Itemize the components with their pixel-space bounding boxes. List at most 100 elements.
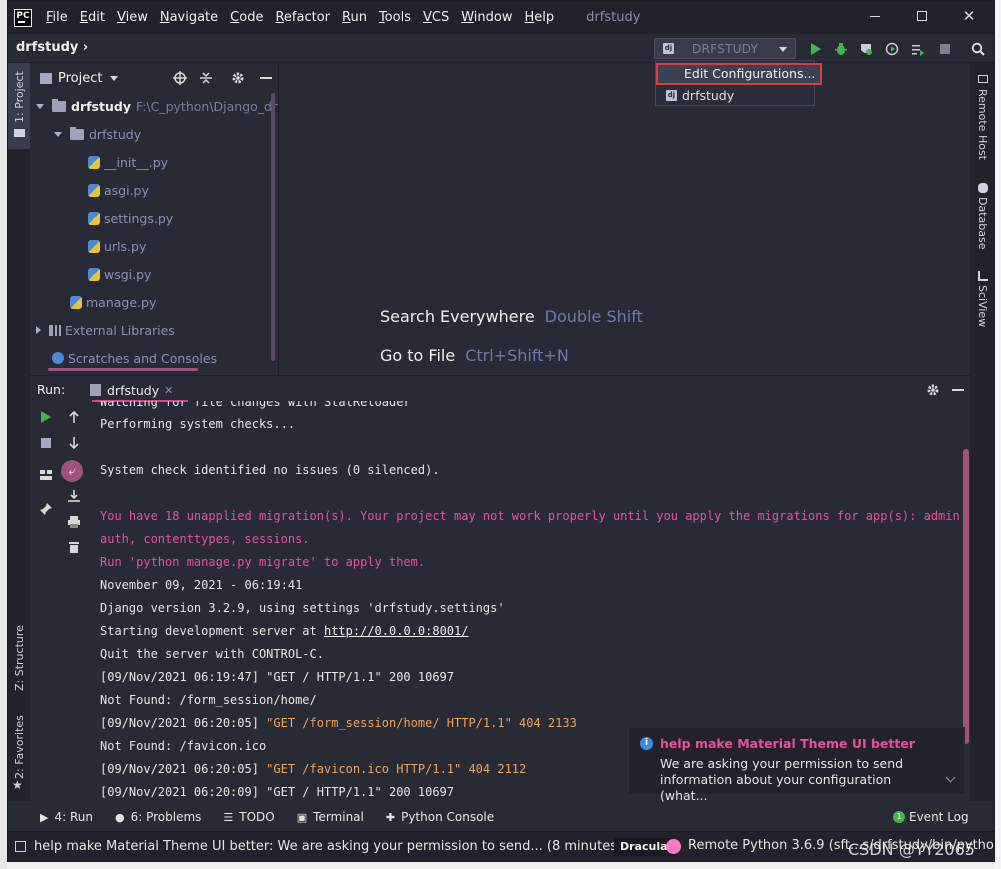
tab-label: TODO bbox=[239, 810, 275, 824]
hide-panel-icon[interactable] bbox=[260, 77, 272, 79]
console-timestamp: [09/Nov/2021 06:20:05] bbox=[100, 716, 267, 730]
tab-todo[interactable]: ☰ TODO bbox=[223, 810, 274, 824]
maximize-icon bbox=[917, 11, 927, 21]
tree-item-file[interactable]: wsgi.py bbox=[88, 264, 151, 284]
up-arrow-icon[interactable] bbox=[67, 410, 81, 424]
server-url-link[interactable]: http://0.0.0.0:8001/ bbox=[324, 624, 469, 638]
minimize-button[interactable] bbox=[852, 1, 898, 31]
close-icon: ✕ bbox=[962, 7, 976, 25]
scroll-to-end-icon[interactable] bbox=[67, 489, 81, 503]
menu-code[interactable]: Code bbox=[224, 10, 269, 25]
tree-root[interactable]: drfstudy F:\C_python\Django_drfstu bbox=[36, 96, 301, 116]
event-log-button[interactable]: 1 Event Log bbox=[893, 810, 969, 824]
coverage-icon[interactable] bbox=[859, 42, 873, 56]
tab-run[interactable]: ▶ 4: Run bbox=[40, 810, 93, 824]
run-tab[interactable]: drfstudy ✕ bbox=[90, 380, 173, 400]
menu-help[interactable]: Help bbox=[519, 10, 561, 25]
ide-window: PC File Edit View Navigate Code Refactor Run To… bbox=[7, 0, 995, 862]
notification-balloon[interactable]: i help make Material Theme UI better We … bbox=[628, 727, 965, 803]
run-label: Run: bbox=[37, 382, 66, 397]
run-config-item[interactable]: drfstudy bbox=[656, 87, 814, 107]
database-tool-label[interactable]: Database bbox=[976, 197, 989, 250]
chevron-down-icon[interactable] bbox=[110, 75, 119, 81]
run-icon[interactable] bbox=[809, 42, 823, 56]
favorites-tool-label[interactable]: 2: Favorites bbox=[13, 715, 26, 779]
console-line: System check identified no issues (0 sil… bbox=[100, 463, 440, 477]
search-everywhere-hint: Search Everywhere Double Shift bbox=[380, 307, 643, 326]
sciview-tool-label[interactable]: SciView bbox=[976, 285, 989, 327]
collapse-all-icon[interactable] bbox=[199, 71, 213, 85]
trash-icon[interactable] bbox=[67, 540, 81, 554]
close-button[interactable]: ✕ bbox=[946, 1, 992, 31]
project-scrollbar-horizontal[interactable] bbox=[48, 368, 198, 371]
maximize-button[interactable] bbox=[899, 1, 945, 31]
chevron-down-icon bbox=[779, 47, 787, 52]
print-icon[interactable] bbox=[67, 515, 81, 529]
console-scrollbar[interactable] bbox=[963, 449, 969, 744]
menu-navigate[interactable]: Navigate bbox=[154, 10, 224, 25]
gear-icon[interactable] bbox=[231, 71, 245, 85]
left-tool-stripe: 1: Project Z: Structure 2: Favorites ★ bbox=[8, 63, 30, 801]
profile-icon[interactable] bbox=[885, 42, 899, 56]
scratches-icon bbox=[52, 352, 64, 364]
tree-item-file[interactable]: manage.py bbox=[70, 292, 156, 312]
tree-item-file[interactable]: settings.py bbox=[88, 208, 173, 228]
tree-item-file[interactable]: urls.py bbox=[88, 236, 146, 256]
tab-problems[interactable]: ● 6: Problems bbox=[115, 810, 201, 824]
chevron-down-icon bbox=[36, 103, 44, 109]
breadcrumb[interactable]: drfstudy › bbox=[16, 40, 88, 55]
menu-vcs[interactable]: VCS bbox=[417, 10, 455, 25]
pin-icon[interactable] bbox=[39, 502, 53, 516]
stop-icon[interactable] bbox=[938, 42, 952, 56]
console-text: Performing system checks... bbox=[100, 417, 296, 431]
menu-file[interactable]: File bbox=[40, 10, 74, 25]
run-concurrency-icon[interactable] bbox=[911, 42, 925, 56]
project-scrollbar-vertical[interactable] bbox=[271, 93, 275, 361]
menu-refactor[interactable]: Refactor bbox=[269, 10, 336, 25]
project-view-selector[interactable]: Project bbox=[58, 71, 102, 86]
tree-item-file[interactable]: __init__.py bbox=[88, 152, 168, 172]
run-configuration-label: DRFSTUDY bbox=[692, 41, 759, 56]
menu-label: ode bbox=[239, 10, 264, 25]
locate-icon[interactable] bbox=[173, 71, 187, 85]
down-arrow-icon[interactable] bbox=[67, 436, 81, 450]
menu-label: iew bbox=[125, 10, 148, 25]
status-message[interactable]: help make Material Theme UI better: We a… bbox=[34, 839, 650, 854]
tab-terminal[interactable]: ▣ Terminal bbox=[297, 810, 364, 824]
menu-run[interactable]: Run bbox=[336, 10, 373, 25]
console-line: November 09, 2021 - 06:19:41 bbox=[100, 578, 302, 592]
search-icon[interactable] bbox=[971, 42, 985, 56]
run-configuration-selector[interactable]: dj DRFSTUDY bbox=[654, 38, 796, 59]
folder-icon bbox=[14, 129, 25, 137]
tab-python-console[interactable]: ✚ Python Console bbox=[386, 810, 494, 824]
soft-wrap-icon[interactable]: ⤶ bbox=[61, 460, 83, 482]
theme-badge[interactable]: Dracula bbox=[614, 838, 674, 856]
star-icon: ★ bbox=[12, 778, 23, 792]
chevron-down-icon[interactable] bbox=[945, 772, 956, 783]
accent-color-indicator[interactable] bbox=[666, 839, 681, 854]
menu-edit[interactable]: Edit bbox=[74, 10, 111, 25]
tree-item-folder[interactable]: drfstudy bbox=[54, 124, 141, 144]
tree-item-scratches[interactable]: Scratches and Consoles bbox=[52, 348, 217, 368]
close-tab-icon[interactable]: ✕ bbox=[164, 384, 173, 397]
debug-icon[interactable] bbox=[834, 42, 848, 56]
notification-title: help make Material Theme UI better bbox=[660, 736, 916, 751]
console-text: Not Found: /favicon.ico bbox=[100, 739, 267, 753]
rerun-icon[interactable] bbox=[39, 410, 53, 424]
menu-view[interactable]: View bbox=[111, 10, 154, 25]
tree-item-file[interactable]: asgi.py bbox=[88, 180, 149, 200]
menu-window[interactable]: Window bbox=[455, 10, 518, 25]
hide-panel-icon[interactable] bbox=[952, 389, 964, 391]
problems-icon: ● bbox=[114, 810, 125, 824]
gear-icon[interactable] bbox=[926, 383, 940, 397]
edit-configurations-item[interactable]: Edit Configurations... bbox=[656, 63, 822, 85]
status-toggle-icon[interactable] bbox=[15, 841, 26, 852]
menu-tools[interactable]: Tools bbox=[373, 10, 417, 25]
structure-tool-label[interactable]: Z: Structure bbox=[13, 625, 26, 691]
stop-icon[interactable] bbox=[39, 436, 53, 450]
remote-host-tool-label[interactable]: Remote Host bbox=[976, 89, 989, 160]
tree-item-external-libraries[interactable]: External Libraries bbox=[36, 320, 175, 340]
layout-icon[interactable] bbox=[39, 468, 53, 482]
console-text: [09/Nov/2021 06:20:09] "GET / HTTP/1.1" … bbox=[100, 785, 455, 799]
tab-label: Terminal bbox=[313, 810, 364, 824]
